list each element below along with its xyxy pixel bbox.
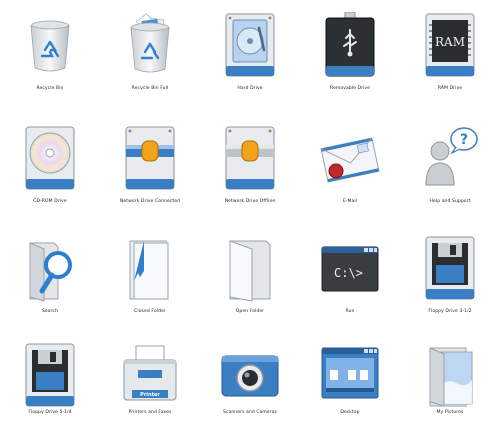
icon-tile-ram-drive[interactable]: RAM RAM Drive (400, 0, 500, 113)
icon-label: Recycle Bin (36, 86, 64, 91)
icon-label: Network Drive Connected (119, 199, 181, 204)
icon-label: Desktop (340, 410, 360, 415)
network-drive-offline-icon (225, 126, 275, 190)
icon-tile-desktop[interactable]: Desktop (300, 334, 400, 436)
icon-label: Removable Drive (329, 86, 371, 91)
hard-drive-icon (225, 13, 275, 77)
icon-label: Closed Folder (134, 309, 166, 314)
icon-tile-open-folder[interactable]: Open Folder (200, 223, 300, 334)
recycle-bin-icon (30, 20, 70, 72)
open-folder-icon (229, 240, 271, 302)
icon-tile-recycle-bin[interactable]: Recycle Bin (0, 0, 100, 113)
icon-label: Open Folder (235, 309, 265, 314)
icon-tile-recycle-bin-full[interactable]: Recycle Bin Full (100, 0, 200, 113)
search-folder-icon (29, 242, 72, 302)
recycle-bin-full-icon (130, 13, 170, 73)
icon-tile-network-drive-connected[interactable]: Network Drive Connected (100, 113, 200, 223)
desktop-icon (321, 347, 379, 399)
run-prompt: C:\> (334, 266, 363, 280)
cdrom-drive-icon (25, 126, 75, 190)
icon-label: Scanners and Cameras (222, 410, 278, 415)
printer-badge: Printer (140, 392, 160, 398)
icon-label: Network Drive Offline (224, 199, 276, 204)
icon-label: Search (41, 309, 59, 314)
camera-icon (221, 355, 279, 397)
network-drive-connected-icon (125, 126, 175, 190)
icon-label: Printers and Faxes (128, 410, 172, 415)
removable-drive-icon (325, 12, 375, 77)
email-icon (320, 137, 380, 183)
icon-label: Recycle Bin Full (131, 86, 169, 91)
icon-tile-cdrom-drive[interactable]: CD-ROM Drive (0, 113, 100, 223)
floppy-35-icon (425, 236, 475, 300)
icon-label: RAM Drive (437, 86, 463, 91)
icon-grid: Recycle Bin Recycle Bin Full Hard Drive (0, 0, 500, 436)
icon-tile-floppy-35[interactable]: Floppy Drive 3-1/2 (400, 223, 500, 334)
run-console-icon: C:\> (321, 246, 379, 292)
icon-label: Floppy Drive 5-1/4 (28, 410, 72, 415)
icon-label: Help and Support (429, 199, 471, 204)
help-support-icon: ? (425, 127, 478, 186)
icon-label: Hard Drive (237, 86, 263, 91)
printer-icon: Printer (123, 345, 177, 401)
icon-tile-email[interactable]: E-Mail (300, 113, 400, 223)
icon-tile-help-support[interactable]: ? Help and Support (400, 113, 500, 223)
icon-tile-printers-faxes[interactable]: Printer Printers and Faxes (100, 334, 200, 436)
icon-tile-run[interactable]: C:\> Run (300, 223, 400, 334)
icon-tile-floppy-525[interactable]: Floppy Drive 5-1/4 (0, 334, 100, 436)
icon-tile-removable-drive[interactable]: Removable Drive (300, 0, 400, 113)
icon-tile-search[interactable]: Search (0, 223, 100, 334)
icon-tile-network-drive-offline[interactable]: Network Drive Offline (200, 113, 300, 223)
icon-label: E-Mail (342, 199, 358, 204)
help-badge: ? (460, 132, 468, 148)
icon-tile-closed-folder[interactable]: Closed Folder (100, 223, 200, 334)
icon-label: Floppy Drive 3-1/2 (428, 309, 472, 314)
icon-tile-hard-drive[interactable]: Hard Drive (200, 0, 300, 113)
icon-tile-scanners-cameras[interactable]: Scanners and Cameras (200, 334, 300, 436)
icon-label: My Pictures (436, 410, 464, 415)
closed-folder-icon (129, 240, 169, 300)
icon-tile-my-pictures[interactable]: My Pictures (400, 334, 500, 436)
icon-label: CD-ROM Drive (33, 199, 67, 204)
icon-label: Run (345, 309, 355, 314)
floppy-525-icon (25, 343, 75, 407)
my-pictures-icon (429, 347, 473, 407)
ram-drive-icon: RAM (425, 13, 475, 77)
ram-badge: RAM (435, 35, 465, 49)
